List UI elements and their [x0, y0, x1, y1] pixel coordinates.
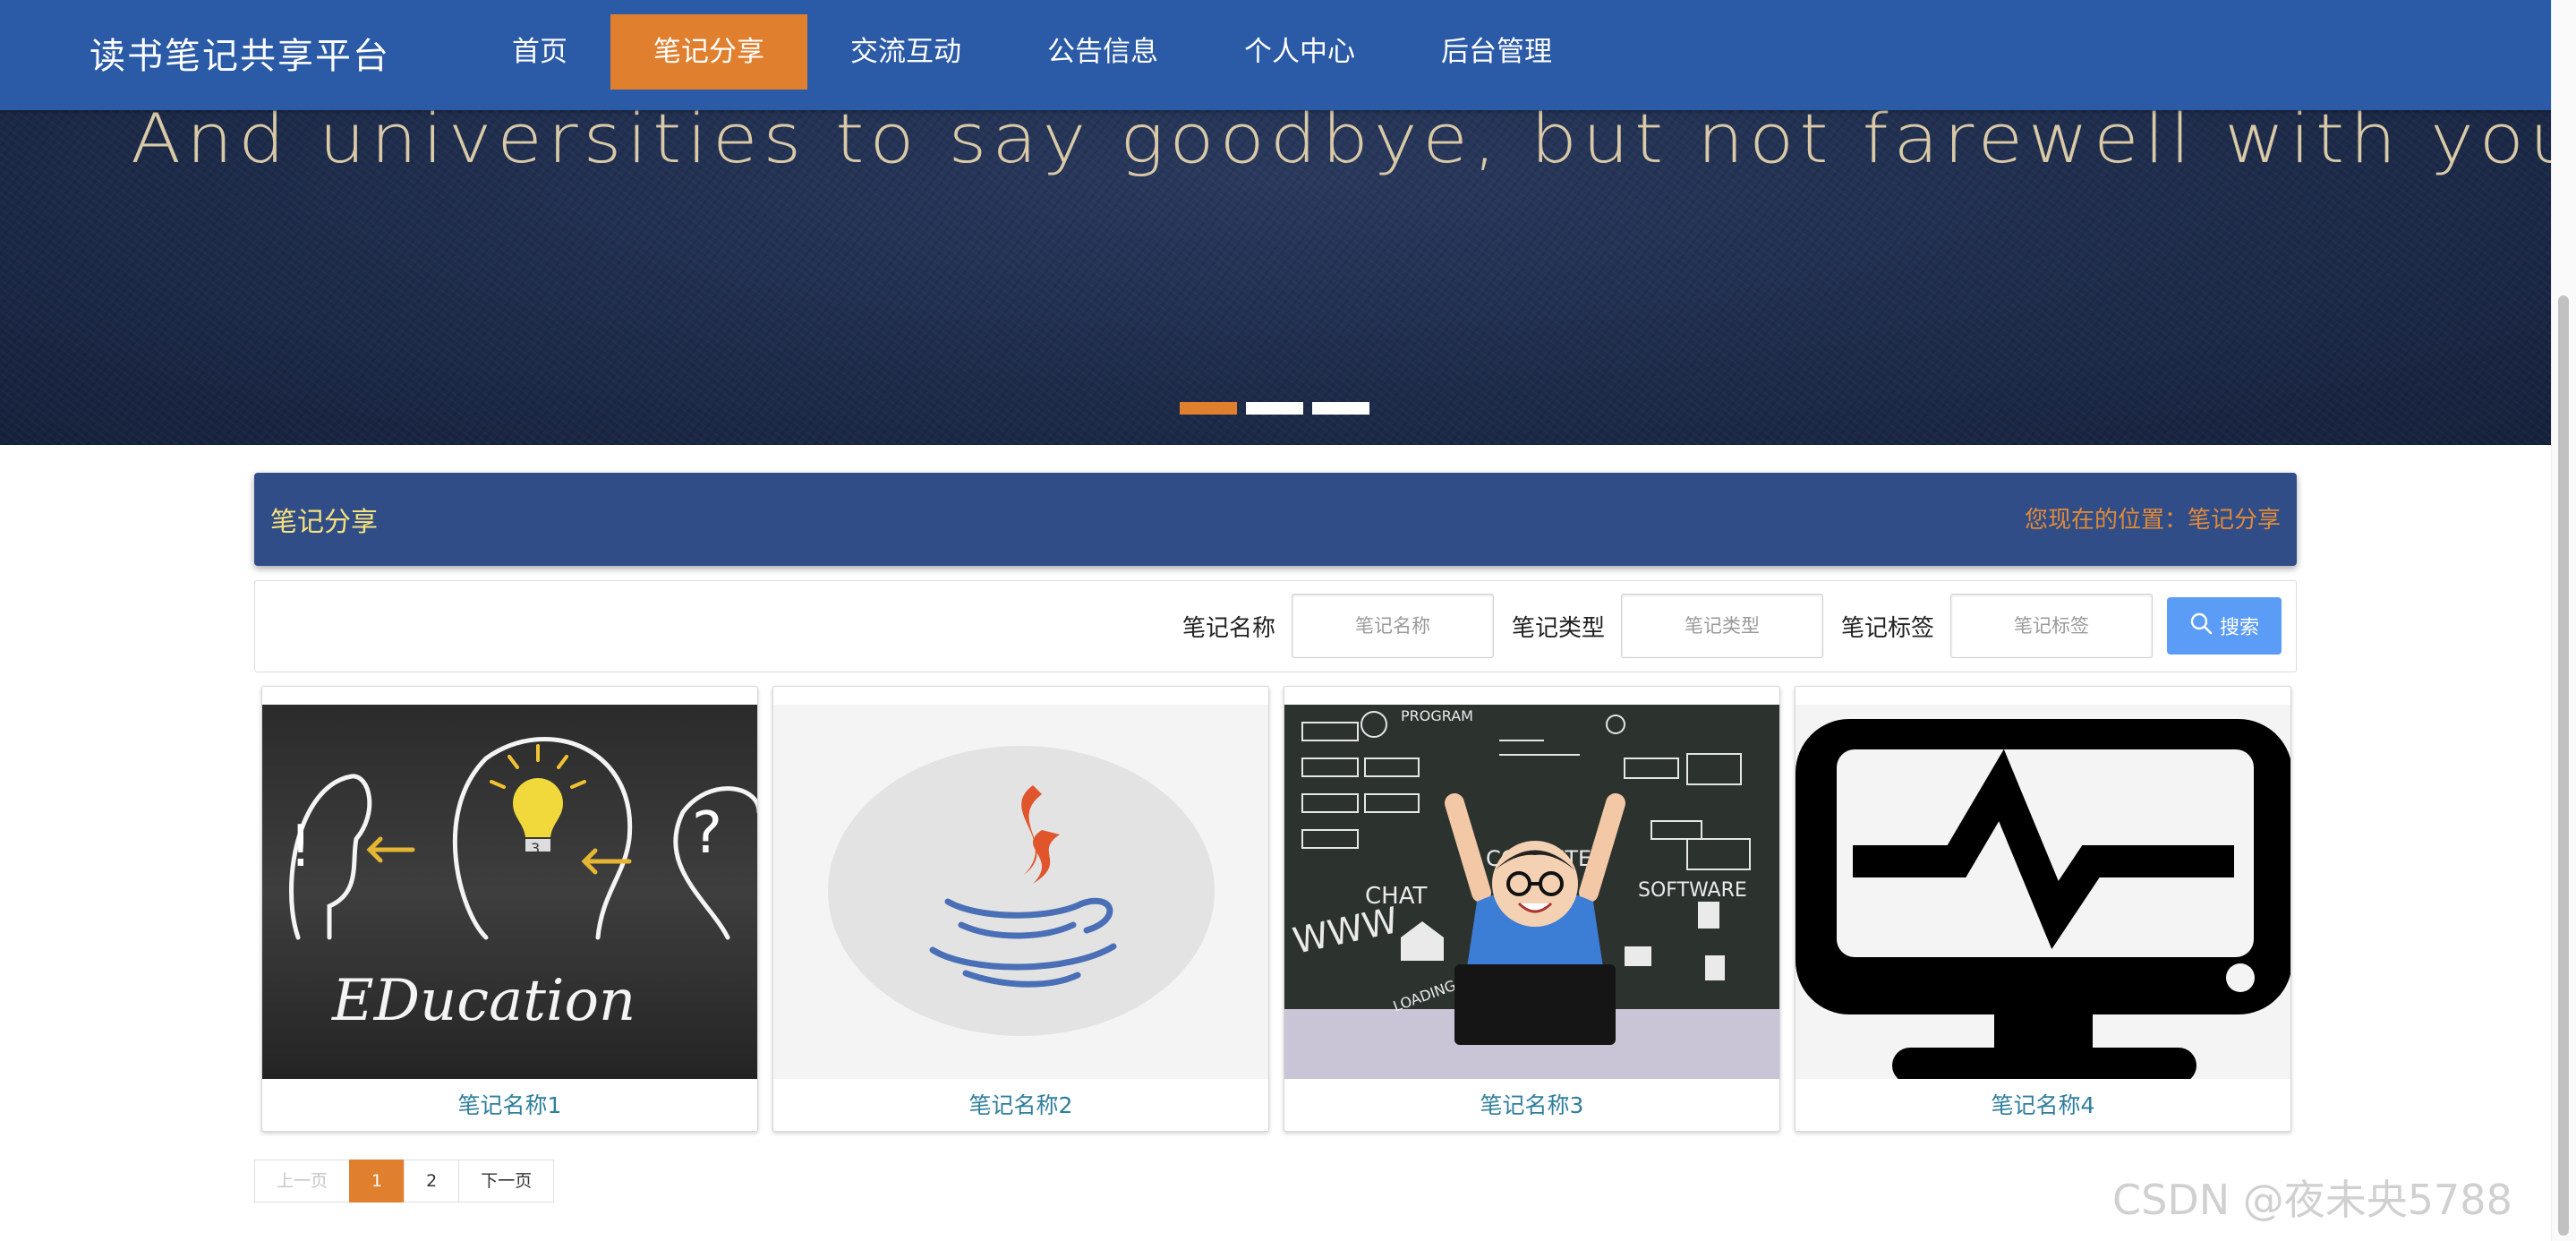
- page-number-2[interactable]: 2: [404, 1160, 460, 1202]
- main-nav: 首页 笔记分享 交流互动 公告信息 个人中心 后台管理: [469, 14, 1595, 90]
- note-name-label: 笔记名称: [1182, 614, 1276, 642]
- note-card[interactable]: 笔记名称2: [772, 686, 1269, 1132]
- search-button-label: 搜索: [2219, 617, 2259, 639]
- carousel-dot-3[interactable]: [1312, 402, 1369, 415]
- search-group-tag: 笔记标签: [1841, 594, 2154, 658]
- note-card-title[interactable]: 笔记名称3: [1284, 1079, 1779, 1131]
- svg-text:EDucation: EDucation: [331, 968, 635, 1034]
- svg-text:SOFTWARE: SOFTWARE: [1638, 879, 1747, 902]
- nav-item-admin[interactable]: 后台管理: [1398, 14, 1595, 90]
- svg-text:PROGRAM: PROGRAM: [1401, 707, 1473, 724]
- svg-text:?: ?: [692, 800, 722, 867]
- note-card-title[interactable]: 笔记名称4: [1796, 1079, 2290, 1131]
- banner-slogan: And universities to say goodbye, but not…: [131, 99, 2551, 179]
- note-type-label: 笔记类型: [1512, 614, 1606, 642]
- note-card-title[interactable]: 笔记名称1: [262, 1079, 757, 1131]
- pagination: 上一页 1 2 下一页: [254, 1160, 555, 1202]
- carousel-indicators: [1180, 402, 1369, 415]
- page-number-1[interactable]: 1: [349, 1160, 405, 1202]
- note-card[interactable]: ! ? 3 EDucation 笔记名称1: [261, 686, 758, 1132]
- scrollbar-thumb[interactable]: [2558, 295, 2569, 1236]
- java-logo-image: [773, 705, 1268, 1079]
- breadcrumb-location: 您现在的位置：笔记分享: [2024, 507, 2281, 534]
- search-group-name: 笔记名称: [1182, 594, 1495, 658]
- nav-item-personal-center[interactable]: 个人中心: [1201, 14, 1398, 90]
- next-page-button[interactable]: 下一页: [458, 1160, 555, 1202]
- section-title: 笔记分享: [270, 507, 378, 538]
- child-computer-chalkboard-image: PROGRAM CHAT WWW COMPUTER SOFTWARE LOADI…: [1284, 705, 1779, 1079]
- carousel-dot-1[interactable]: [1180, 402, 1237, 415]
- search-bar: 笔记名称 笔记类型 笔记标签 搜索: [254, 580, 2297, 672]
- note-type-input[interactable]: [1621, 594, 1824, 658]
- site-brand[interactable]: 读书笔记共享平台: [90, 27, 390, 79]
- note-card-title[interactable]: 笔记名称2: [773, 1079, 1268, 1131]
- nav-item-announcements[interactable]: 公告信息: [1004, 14, 1201, 90]
- education-chalkboard-image: ! ? 3 EDucation: [262, 705, 757, 1079]
- search-icon: [2189, 612, 2213, 640]
- page: And universities to say goodbye, but not…: [0, 0, 2576, 1241]
- nav-item-forum[interactable]: 交流互动: [807, 14, 1004, 90]
- note-card-grid: ! ? 3 EDucation 笔记名称1 笔记名称2 PROGRAM CHAT…: [261, 686, 2291, 1132]
- note-tag-label: 笔记标签: [1841, 614, 1935, 642]
- csdn-watermark: CSDN @夜未央5788: [2112, 1176, 2512, 1224]
- section-header: 笔记分享 您现在的位置：笔记分享: [254, 473, 2297, 566]
- nav-item-note-share[interactable]: 笔记分享: [610, 14, 807, 90]
- note-tag-input[interactable]: [1950, 594, 2154, 658]
- carousel-dot-2[interactable]: [1246, 402, 1303, 415]
- note-card[interactable]: 笔记名称4: [1795, 686, 2291, 1132]
- top-navbar: 读书笔记共享平台 首页 笔记分享 交流互动 公告信息 个人中心 后台管理: [0, 0, 2551, 110]
- note-card[interactable]: PROGRAM CHAT WWW COMPUTER SOFTWARE LOADI…: [1284, 686, 1780, 1132]
- prev-page-button[interactable]: 上一页: [254, 1160, 351, 1202]
- svg-text:!: !: [289, 814, 312, 880]
- search-button[interactable]: 搜索: [2167, 597, 2282, 655]
- note-name-input[interactable]: [1292, 594, 1495, 658]
- monitor-heartbeat-icon: [1796, 705, 2290, 1079]
- nav-item-home[interactable]: 首页: [469, 14, 610, 90]
- search-group-type: 笔记类型: [1512, 594, 1824, 658]
- svg-text:3: 3: [531, 840, 540, 857]
